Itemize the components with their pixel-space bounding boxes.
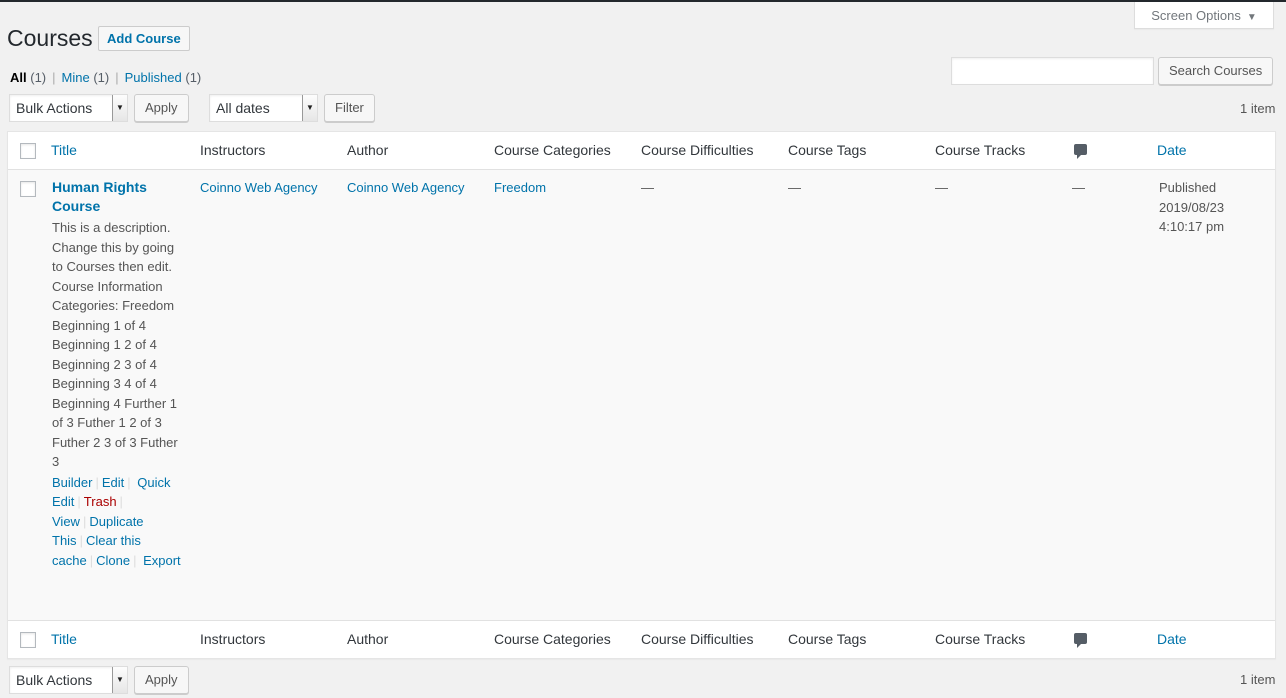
column-difficulties-footer: Course Difficulties	[641, 631, 754, 647]
row-checkbox[interactable]	[20, 181, 36, 197]
screen-options-button[interactable]: Screen Options ▼	[1134, 2, 1274, 29]
table-row: Human Rights Course This is a descriptio…	[8, 170, 1275, 620]
chevron-down-icon: ▼	[302, 95, 317, 121]
column-instructors-footer: Instructors	[200, 631, 266, 647]
date-status: Published	[1159, 180, 1217, 195]
courses-table: Title Instructors Author Course Categori…	[7, 131, 1276, 659]
tags-value: —	[788, 180, 801, 195]
instructor-link[interactable]: Coinno Web Agency	[200, 178, 318, 198]
apply-button[interactable]: Apply	[134, 94, 189, 122]
triangle-down-icon: ▼	[1246, 12, 1257, 23]
search-input[interactable]	[951, 57, 1154, 85]
bulk-actions-select[interactable]: Bulk Actions ▼	[9, 94, 128, 122]
comment-icon[interactable]	[1074, 633, 1087, 648]
chevron-down-icon: ▼	[112, 95, 127, 121]
column-title-sort-footer[interactable]: Title	[51, 621, 77, 658]
tracks-value: —	[935, 180, 948, 195]
date-time: 4:10:17 pm	[1159, 219, 1225, 234]
items-count-bottom: 1 item	[1240, 672, 1276, 687]
trash-link[interactable]: Trash	[84, 494, 117, 509]
status-filter-links: All (1) | Mine (1) | Published (1)	[10, 70, 201, 85]
date-cell: Published 2019/08/23 4:10:17 pm	[1159, 178, 1224, 237]
items-count: 1 item	[1240, 101, 1276, 116]
column-difficulties: Course Difficulties	[641, 142, 754, 158]
column-author: Author	[347, 142, 389, 158]
comment-icon[interactable]	[1074, 144, 1087, 159]
filter-button[interactable]: Filter	[324, 94, 375, 122]
column-date-sort-footer[interactable]: Date	[1157, 621, 1187, 658]
column-categories: Course Categories	[494, 142, 611, 158]
apply-button-bottom[interactable]: Apply	[134, 666, 189, 694]
select-all-checkbox[interactable]	[20, 143, 36, 159]
column-author-footer: Author	[347, 631, 389, 647]
author-link[interactable]: Coinno Web Agency	[347, 178, 465, 198]
difficulties-value: —	[641, 180, 654, 195]
view-link[interactable]: View	[52, 514, 80, 529]
search-courses-button[interactable]: Search Courses	[1158, 57, 1274, 85]
column-tracks-footer: Course Tracks	[935, 631, 1026, 647]
clone-link[interactable]: Clone	[96, 553, 130, 568]
screen-options-label: Screen Options	[1151, 8, 1241, 23]
column-categories-footer: Course Categories	[494, 631, 611, 647]
dates-select[interactable]: All dates ▼	[209, 94, 318, 122]
view-all-link[interactable]: All (1)	[10, 70, 46, 85]
category-link[interactable]: Freedom	[494, 178, 546, 198]
column-date-sort[interactable]: Date	[1157, 132, 1187, 169]
builder-link[interactable]: Builder	[52, 475, 92, 490]
view-separator: |	[52, 70, 56, 85]
export-link[interactable]: Export	[143, 553, 181, 568]
chevron-down-icon: ▼	[112, 667, 127, 693]
comments-value: —	[1072, 180, 1085, 195]
add-course-button[interactable]: Add Course	[98, 26, 190, 51]
page-title: Courses	[7, 25, 93, 51]
view-published-link[interactable]: Published (1)	[125, 70, 202, 85]
bulk-actions-value: Bulk Actions	[16, 672, 93, 688]
bulk-actions-value: Bulk Actions	[16, 100, 93, 116]
table-header: Title Instructors Author Course Categori…	[8, 132, 1275, 170]
table-footer: Title Instructors Author Course Categori…	[8, 620, 1275, 658]
edit-link[interactable]: Edit	[102, 475, 124, 490]
view-separator: |	[115, 70, 119, 85]
column-instructors: Instructors	[200, 142, 266, 158]
title-cell: Human Rights Course This is a descriptio…	[52, 178, 186, 570]
select-all-checkbox-footer[interactable]	[20, 632, 36, 648]
column-title-sort[interactable]: Title	[51, 132, 77, 169]
view-mine-link[interactable]: Mine (1)	[62, 70, 110, 85]
column-tags-footer: Course Tags	[788, 631, 867, 647]
course-title-link[interactable]: Human Rights Course	[52, 178, 186, 216]
bulk-actions-select-bottom[interactable]: Bulk Actions ▼	[9, 666, 128, 694]
row-actions: Builder | Edit | Quick Edit | Trash | View | Dup…	[52, 474, 181, 568]
dates-value: All dates	[216, 100, 270, 116]
column-tags: Course Tags	[788, 142, 867, 158]
column-tracks: Course Tracks	[935, 142, 1026, 158]
date-day: 2019/08/23	[1159, 199, 1225, 215]
course-description: This is a description. Change this by go…	[52, 220, 178, 469]
